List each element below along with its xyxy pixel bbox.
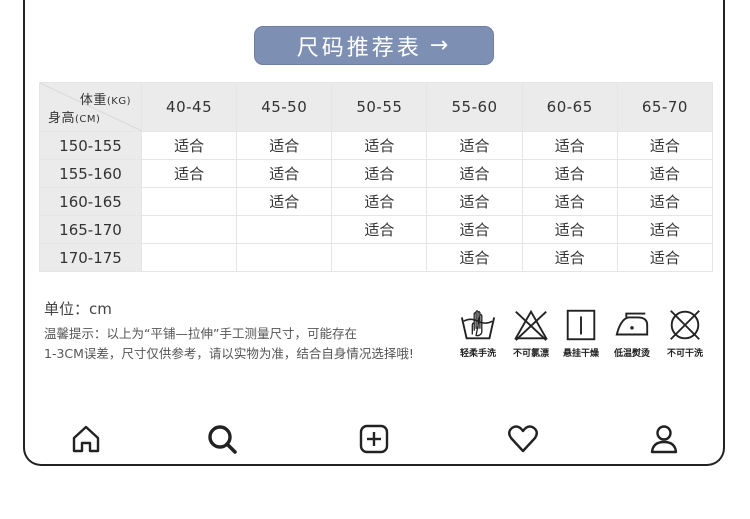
care-item-low-iron: 低温熨烫 — [613, 306, 651, 359]
table-row: 165-170 适合 适合 适合 适合 — [39, 215, 714, 244]
care-item-hang-dry: 悬挂干燥 — [562, 306, 600, 359]
table-cell: 适合 — [331, 131, 428, 160]
table-cell: 适合 — [616, 187, 714, 216]
nav-profile[interactable] — [647, 422, 681, 456]
size-chart-title: 尺码推荐表 → — [254, 26, 494, 65]
table-row: 155-160 适合 适合 适合 适合 适合 适合 — [39, 159, 714, 188]
table-cell: 适合 — [331, 187, 428, 216]
height-row-header: 160-165 — [39, 187, 142, 216]
nav-favorites[interactable] — [506, 422, 540, 456]
table-cell — [331, 243, 428, 272]
table-cell — [236, 243, 333, 272]
table-row: 160-165 适合 适合 适合 适合 适合 — [39, 187, 714, 216]
nav-search[interactable] — [205, 422, 239, 456]
table-cell: 适合 — [521, 243, 618, 272]
add-icon — [359, 424, 389, 454]
table-corner-header: 体重(KG) 身高(CM) — [39, 82, 142, 132]
table-header-row: 体重(KG) 身高(CM) 40-45 45-50 50-55 55-60 60… — [39, 82, 714, 132]
heart-icon — [508, 425, 538, 453]
weight-column-header: 65-70 — [616, 82, 714, 132]
weight-header: 体重(KG) — [79, 93, 131, 108]
table-cell: 适合 — [521, 187, 618, 216]
table-cell: 适合 — [426, 131, 523, 160]
weight-column-header: 45-50 — [236, 82, 333, 132]
table-row: 170-175 适合 适合 适合 — [39, 243, 714, 272]
profile-icon — [650, 425, 678, 454]
unit-label: 单位：cm — [44, 300, 112, 318]
height-row-header: 170-175 — [39, 243, 142, 272]
table-cell: 适合 — [236, 131, 333, 160]
care-item-hand-wash: 轻柔手洗 — [459, 306, 497, 359]
height-row-header: 150-155 — [39, 131, 142, 160]
no-dry-clean-icon — [670, 310, 700, 340]
hang-dry-icon — [566, 309, 596, 341]
table-cell: 适合 — [426, 215, 523, 244]
care-label: 悬挂干燥 — [562, 349, 599, 359]
table-cell: 适合 — [521, 131, 618, 160]
height-row-header: 155-160 — [39, 159, 142, 188]
nav-add[interactable] — [357, 422, 391, 456]
table-cell: 适合 — [616, 215, 714, 244]
weight-column-header: 50-55 — [331, 82, 428, 132]
size-chart-table: 体重(KG) 身高(CM) 40-45 45-50 50-55 55-60 60… — [39, 82, 714, 272]
care-item-no-dry-clean: 不可干洗 — [666, 306, 704, 359]
table-cell: 适合 — [236, 187, 333, 216]
table-cell: 适合 — [140, 131, 238, 160]
table-cell: 适合 — [331, 215, 428, 244]
table-cell — [236, 215, 333, 244]
table-cell: 适合 — [521, 159, 618, 188]
table-cell: 适合 — [426, 243, 523, 272]
care-label: 轻柔手洗 — [459, 349, 496, 359]
table-cell: 适合 — [426, 159, 523, 188]
table-cell: 适合 — [616, 131, 714, 160]
low-iron-icon — [615, 312, 649, 336]
height-header: 身高(CM) — [48, 111, 101, 126]
table-cell: 适合 — [616, 243, 714, 272]
care-label: 低温熨烫 — [613, 349, 650, 359]
title-label: 尺码推荐表 — [296, 35, 422, 61]
search-icon — [208, 425, 237, 454]
tip-line: 温馨提示：以上为“平铺—拉伸”手工测量尺寸，可能存在 — [44, 326, 357, 341]
table-cell: 适合 — [521, 215, 618, 244]
care-label: 不可干洗 — [666, 349, 703, 359]
weight-column-header: 55-60 — [426, 82, 523, 132]
no-bleach-icon — [514, 309, 548, 341]
table-cell: 适合 — [616, 159, 714, 188]
table-cell — [140, 215, 238, 244]
table-row: 150-155 适合 适合 适合 适合 适合 适合 — [39, 131, 714, 160]
table-cell — [140, 243, 238, 272]
table-cell: 适合 — [236, 159, 333, 188]
hand-wash-icon — [460, 310, 496, 340]
weight-column-header: 60-65 — [521, 82, 618, 132]
table-cell: 适合 — [331, 159, 428, 188]
table-cell: 适合 — [140, 159, 238, 188]
height-row-header: 165-170 — [39, 215, 142, 244]
arrow-icon: → — [429, 33, 452, 58]
care-label: 不可氯漂 — [512, 349, 549, 359]
care-item-no-bleach: 不可氯漂 — [512, 306, 550, 359]
home-icon — [72, 425, 100, 453]
table-cell — [140, 187, 238, 216]
nav-home[interactable] — [69, 422, 103, 456]
tip-line: 1-3CM误差，尺寸仅供参考，请以实物为准，结合自身情况选择哦! — [44, 346, 414, 361]
weight-column-header: 40-45 — [140, 82, 238, 132]
measurement-tip: 温馨提示：以上为“平铺—拉伸”手工测量尺寸，可能存在 1-3CM误差，尺寸仅供参… — [44, 324, 444, 364]
table-cell: 适合 — [426, 187, 523, 216]
